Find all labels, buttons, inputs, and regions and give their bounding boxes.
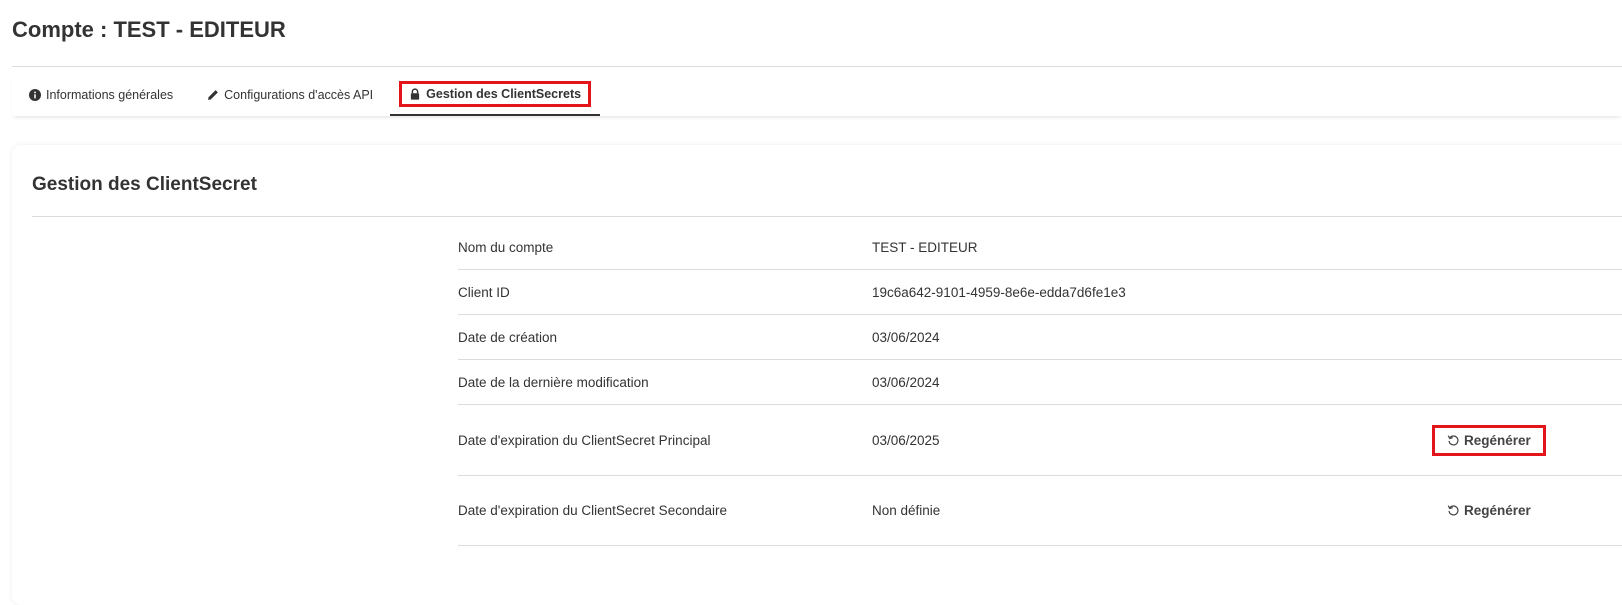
card-title: Gestion des ClientSecret (32, 174, 257, 195)
client-secret-card: Gestion des ClientSecret Nom du compte T… (12, 145, 1622, 605)
table-row: Date de création 03/06/2024 (458, 315, 1622, 360)
pencil-icon (208, 90, 219, 100)
table-row: Client ID 19c6a642-9101-4959-8e6e-edda7d… (458, 270, 1622, 315)
regenerate-secondary-secret-button[interactable]: Regénérer (1432, 495, 1546, 526)
row-label: Date de création (458, 329, 558, 345)
tab-client-secrets[interactable]: Gestion des ClientSecrets (390, 74, 601, 116)
lock-icon (411, 88, 420, 100)
tab-bar: Informations générales Configurations d'… (12, 74, 1622, 116)
row-label: Nom du compte (458, 239, 554, 255)
client-secret-table: Nom du compte TEST - EDITEUR Client ID 1… (458, 225, 1622, 546)
row-value: 03/06/2024 (872, 374, 940, 390)
table-row: Date d'expiration du ClientSecret Second… (458, 476, 1622, 546)
refresh-icon (1447, 505, 1459, 516)
regenerate-primary-secret-button[interactable]: Regénérer (1432, 424, 1546, 456)
title-divider (12, 66, 1622, 67)
row-label: Date d'expiration du ClientSecret Princi… (458, 432, 711, 448)
refresh-icon (1447, 434, 1459, 446)
row-value: TEST - EDITEUR (872, 239, 978, 255)
page-title: Compte : TEST - EDITEUR (12, 17, 286, 42)
regenerate-label: Regénérer (1464, 503, 1531, 518)
row-value: 03/06/2025 (872, 432, 940, 448)
regenerate-label: Regénérer (1464, 432, 1531, 448)
table-row: Nom du compte TEST - EDITEUR (458, 225, 1622, 270)
card-divider (32, 216, 1622, 217)
tab-label: Gestion des ClientSecrets (426, 87, 582, 101)
row-value: 03/06/2024 (872, 329, 940, 345)
tab-label: Informations générales (46, 88, 174, 102)
row-label: Date de la dernière modification (458, 374, 649, 390)
tab-highlight-box: Gestion des ClientSecrets (399, 81, 592, 107)
row-label: Date d'expiration du ClientSecret Second… (458, 503, 727, 518)
row-label: Client ID (458, 284, 510, 300)
tab-api-access-config[interactable]: Configurations d'accès API (190, 74, 390, 116)
info-circle-icon (29, 89, 41, 101)
row-value: Non définie (872, 503, 941, 518)
tab-label: Configurations d'accès API (224, 88, 374, 102)
tab-general-info[interactable]: Informations générales (12, 74, 190, 116)
table-row: Date de la dernière modification 03/06/2… (458, 360, 1622, 405)
table-row: Date d'expiration du ClientSecret Princi… (458, 405, 1622, 476)
row-value: 19c6a642-9101-4959-8e6e-edda7d6fe1e3 (872, 284, 1126, 300)
